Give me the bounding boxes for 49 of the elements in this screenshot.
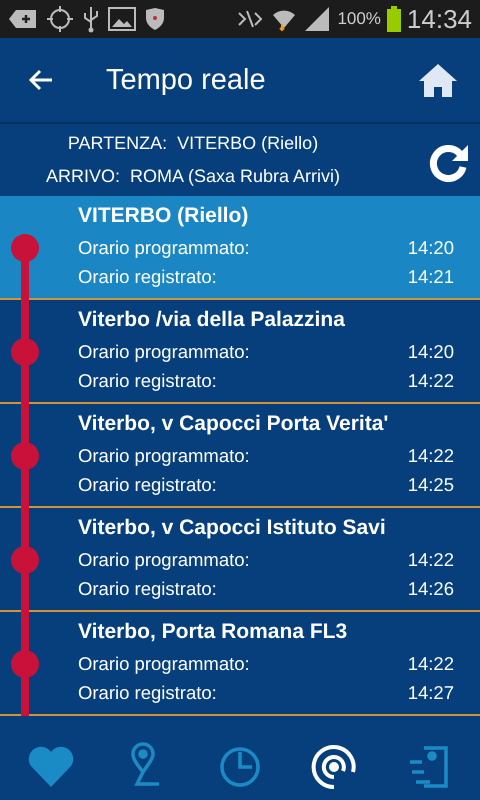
stop-dot-icon (11, 442, 39, 470)
stop-row[interactable]: Viterbo, Porta Romana FL3 Orario programmato: 14:22 Orario registrato: 14:27 (0, 612, 480, 716)
time-label: Orario programmato: (78, 445, 250, 468)
stop-row[interactable]: Viterbo, v Capocci Istituto Savi Orario programmato: 14:22 Orario registrato: 14:26 (0, 508, 480, 612)
usb-icon (82, 5, 100, 33)
time-label: Orario registrato: (78, 682, 217, 705)
stop-name: Viterbo, v Capocci Istituto Savi (78, 516, 387, 540)
time-value: 14:22 (408, 370, 454, 393)
back-button[interactable] (28, 69, 54, 91)
screen-title: Tempo reale (106, 64, 267, 96)
time-label: Orario registrato: (78, 578, 217, 601)
time-label: Orario registrato: (78, 474, 217, 497)
stop-name: Viterbo, v Capocci Porta Verita' (78, 412, 390, 436)
arrival-text: ARRIVO: ROMA (Saxa Rubra Arrivi) (46, 166, 340, 187)
time-value: 14:25 (408, 474, 454, 497)
time-value: 14:20 (408, 237, 454, 260)
clock: 14:34 (406, 4, 472, 34)
stop-row[interactable]: Viterbo /via della Palazzina Orario programmato: 14:20 Orario registrato: 14:22 (0, 300, 480, 404)
time-value: 14:22 (408, 549, 454, 572)
time-value: 14:22 (408, 445, 454, 468)
time-label: Orario programmato: (78, 341, 250, 364)
time-value: 14:22 (408, 653, 454, 676)
image-icon (108, 7, 136, 31)
battery-percent: 100% (337, 9, 381, 29)
stop-row[interactable]: VITERBO (Riello) Orario programmato: 14:20 Orario registrato: 14:21 (0, 196, 480, 300)
time-value: 14:26 (408, 578, 454, 601)
shield-icon (144, 7, 166, 31)
stop-dot-icon (11, 338, 39, 366)
stop-dot-icon (11, 650, 39, 678)
signal-icon (303, 6, 332, 32)
stop-name: Viterbo, Porta Romana FL3 (78, 620, 348, 644)
time-value: 14:27 (408, 682, 454, 705)
departure-text: PARTENZA: VITERBO (Riello) (68, 133, 318, 154)
time-value: 14:20 (408, 341, 454, 364)
time-value: 14:21 (408, 266, 454, 289)
time-label: Orario programmato: (78, 653, 250, 676)
stop-name: Viterbo /via della Palazzina (78, 308, 346, 332)
stop-name: VITERBO (Riello) (78, 204, 250, 228)
time-label: Orario programmato: (78, 237, 250, 260)
home-button[interactable] (418, 63, 458, 97)
time-label: Orario registrato: (78, 370, 217, 393)
notification-icon (8, 8, 38, 30)
stop-dot-icon (11, 234, 39, 262)
time-label: Orario programmato: (78, 549, 250, 572)
battery-icon (386, 6, 401, 32)
stop-row[interactable]: Viterbo, v Capocci Porta Verita' Orario programmato: 14:22 Orario registrato: 14:25 (0, 404, 480, 508)
gps-icon (46, 5, 74, 33)
stop-dot-icon (11, 546, 39, 574)
time-label: Orario registrato: (78, 266, 217, 289)
